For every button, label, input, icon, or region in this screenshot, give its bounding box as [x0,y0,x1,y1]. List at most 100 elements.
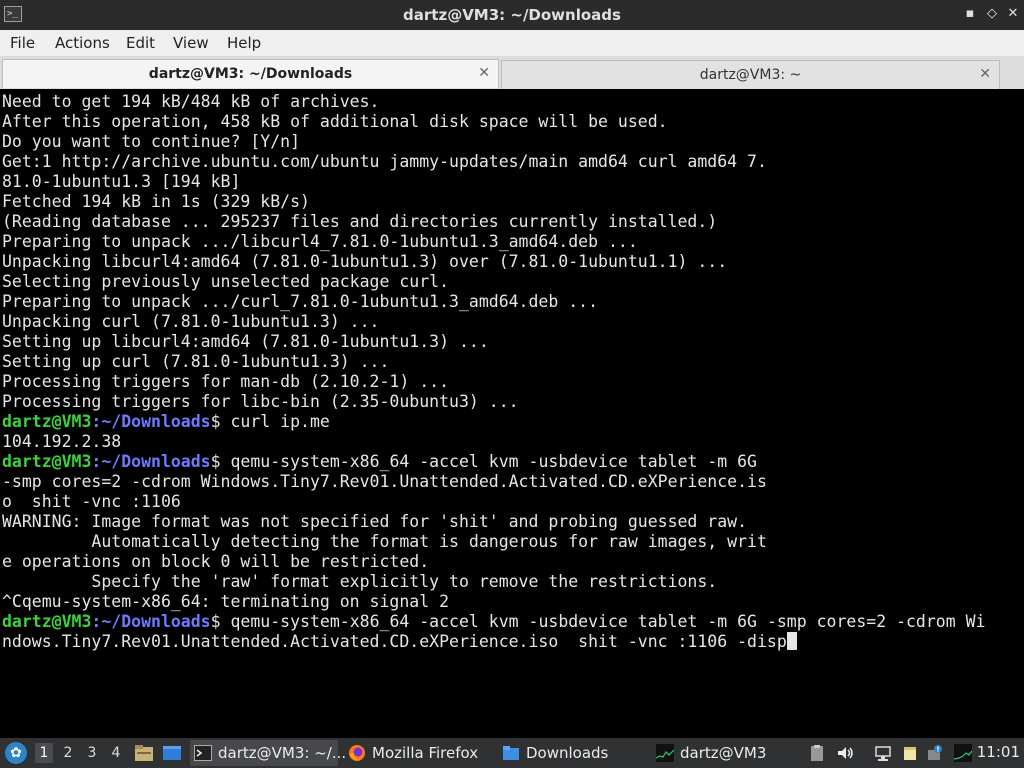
menu-actions[interactable]: Actions [55,34,110,52]
task-system-monitor[interactable]: dartz@VM3 [652,740,802,766]
firefox-icon [349,745,365,761]
clock[interactable]: 11:01 [977,743,1020,761]
menu-edit[interactable]: Edit [126,34,155,52]
line-text: After this operation, 458 kB of addition… [2,112,668,131]
line-text: (Reading database ... 295237 files and d… [2,212,718,231]
terminal-line: Automatically detecting the format is da… [2,532,767,552]
tab-label: dartz@VM3: ~/Downloads [148,66,353,82]
taskbar: ✿ 1 2 3 4 dartz@VM3: ~/... Mozilla Firef… [0,738,1024,768]
terminal-line: Unpacking libcurl4:amd64 (7.81.0-1ubuntu… [2,252,727,272]
line-text: Specify the 'raw' format explicitly to r… [2,572,718,591]
cpu-graph-icon[interactable] [954,744,972,762]
workspace-1[interactable]: 1 [35,743,53,763]
file-manager-launcher-icon[interactable] [134,744,154,762]
text-cursor [786,632,797,650]
terminal-line: 81.0-1ubuntu1.3 [194 kB] [2,172,240,192]
terminal-line: After this operation, 458 kB of addition… [2,112,668,132]
line-text: Unpacking libcurl4:amd64 (7.81.0-1ubuntu… [2,252,728,271]
terminal-line: ^Cqemu-system-x86_64: terminating on sig… [2,592,449,612]
prompt-user: dartz@VM3 [2,412,92,431]
line-text: Processing triggers for man-db (2.10.2-1… [2,372,450,391]
terminal-prompt-line: dartz@VM3:~/Downloads$ qemu-system-x86_6… [2,452,757,472]
tab-bar: dartz@VM3: ~/Downloads ✕ dartz@VM3: ~ ✕ [0,57,1024,89]
prompt-path: :~/Downloads [91,452,211,471]
network-icon[interactable] [874,744,892,762]
tab-home[interactable]: dartz@VM3: ~ ✕ [501,60,1000,89]
menu-file[interactable]: File [10,34,35,52]
terminal-line: Processing triggers for man-db (2.10.2-1… [2,372,449,392]
line-text: ^Cqemu-system-x86_64: terminating on sig… [2,592,450,611]
terminal-line: Selecting previously unselected package … [2,272,449,292]
terminal-line: (Reading database ... 295237 files and d… [2,212,717,232]
terminal-line: -smp cores=2 -cdrom Windows.Tiny7.Rev01.… [2,472,767,492]
terminal-prompt-line: dartz@VM3:~/Downloads$ curl ip.me [2,412,330,432]
line-text: ndows.Tiny7.Rev01.Unattended.Activated.C… [2,632,787,651]
terminal-line: e operations on block 0 will be restrict… [2,552,429,572]
line-text: Preparing to unpack .../curl_7.81.0-1ubu… [2,292,599,311]
maximize-button[interactable]: ◇ [984,6,1000,22]
line-text: 104.192.2.38 [2,432,122,451]
line-text: Automatically detecting the format is da… [2,532,767,551]
show-desktop-icon[interactable] [162,744,182,762]
menu-help[interactable]: Help [227,34,261,52]
line-text: WARNING: Image format was not specified … [2,512,748,531]
terminal-line: Need to get 194 kB/484 kB of archives. [2,92,380,112]
workspace-2[interactable]: 2 [59,743,77,763]
terminal-line: o shit -vnc :1106 [2,492,181,512]
line-text: Need to get 194 kB/484 kB of archives. [2,92,380,111]
prompt-path: :~/Downloads [91,612,211,631]
notification-icon[interactable] [926,744,944,762]
window-title: dartz@VM3: ~/Downloads [403,6,621,24]
window-titlebar[interactable]: >_ dartz@VM3: ~/Downloads ▪ ◇ ✕ [0,0,1024,30]
workspace-4[interactable]: 4 [107,743,125,763]
task-label: Mozilla Firefox [372,744,479,762]
line-text: curl ip.me [230,412,330,431]
tab-downloads[interactable]: dartz@VM3: ~/Downloads ✕ [2,59,499,88]
prompt-user: dartz@VM3 [2,452,92,471]
tab-close-icon[interactable]: ✕ [478,65,490,81]
notes-icon[interactable] [901,744,919,762]
tab-close-icon[interactable]: ✕ [979,66,991,82]
terminal-line: Preparing to unpack .../curl_7.81.0-1ubu… [2,292,598,312]
terminal-line: Setting up curl (7.81.0-1ubuntu1.3) ... [2,352,389,372]
line-text: Setting up libcurl4:amd64 (7.81.0-1ubunt… [2,332,489,351]
menu-bar: File Actions Edit View Help [0,30,1024,57]
cpu-monitor-icon [656,744,674,762]
terminal-prompt-line: dartz@VM3:~/Downloads$ qemu-system-x86_6… [2,612,985,632]
terminal-line: ndows.Tiny7.Rev01.Unattended.Activated.C… [2,632,797,652]
task-terminal[interactable]: dartz@VM3: ~/... [190,740,346,766]
close-window-button[interactable]: ✕ [1005,6,1021,22]
line-text: qemu-system-x86_64 -accel kvm -usbdevice… [230,452,758,471]
volume-icon[interactable] [836,744,854,762]
line-text: o shit -vnc :1106 [2,492,181,511]
prompt-path: :~/Downloads [91,412,211,431]
terminal-line: Specify the 'raw' format explicitly to r… [2,572,717,592]
task-downloads[interactable]: Downloads [498,740,646,766]
start-menu-icon[interactable]: ✿ [5,742,27,764]
terminal-line: WARNING: Image format was not specified … [2,512,747,532]
minimize-button[interactable]: ▪ [962,6,978,22]
line-text: Setting up curl (7.81.0-1ubuntu1.3) ... [2,352,390,371]
prompt-user: dartz@VM3 [2,612,92,631]
workspace-3[interactable]: 3 [83,743,101,763]
task-label: dartz@VM3 [680,744,767,762]
line-text: e operations on block 0 will be restrict… [2,552,430,571]
line-text: Unpacking curl (7.81.0-1ubuntu1.3) ... [2,312,380,331]
task-label: dartz@VM3: ~/... [218,744,347,762]
clipboard-icon[interactable] [808,744,826,762]
line-text: Preparing to unpack .../libcurl4_7.81.0-… [2,232,638,251]
line-text: Fetched 194 kB in 1s (329 kB/s) [2,192,310,211]
terminal-output[interactable]: Need to get 194 kB/484 kB of archives. Af… [0,91,1024,738]
prompt-sep: $ [210,612,231,631]
line-text: Get:1 http://archive.ubuntu.com/ubuntu j… [2,152,767,171]
task-firefox[interactable]: Mozilla Firefox [344,740,492,766]
tab-label: dartz@VM3: ~ [699,67,802,83]
terminal-line: Get:1 http://archive.ubuntu.com/ubuntu j… [2,152,767,172]
menu-view[interactable]: View [173,34,209,52]
terminal-line: Unpacking curl (7.81.0-1ubuntu1.3) ... [2,312,380,332]
terminal-line: Setting up libcurl4:amd64 (7.81.0-1ubunt… [2,332,489,352]
terminal-line: 104.192.2.38 [2,432,121,452]
terminal-icon [194,745,212,761]
line-text: Do you want to continue? [Y/n] [2,132,301,151]
line-text: -smp cores=2 -cdrom Windows.Tiny7.Rev01.… [2,472,767,491]
